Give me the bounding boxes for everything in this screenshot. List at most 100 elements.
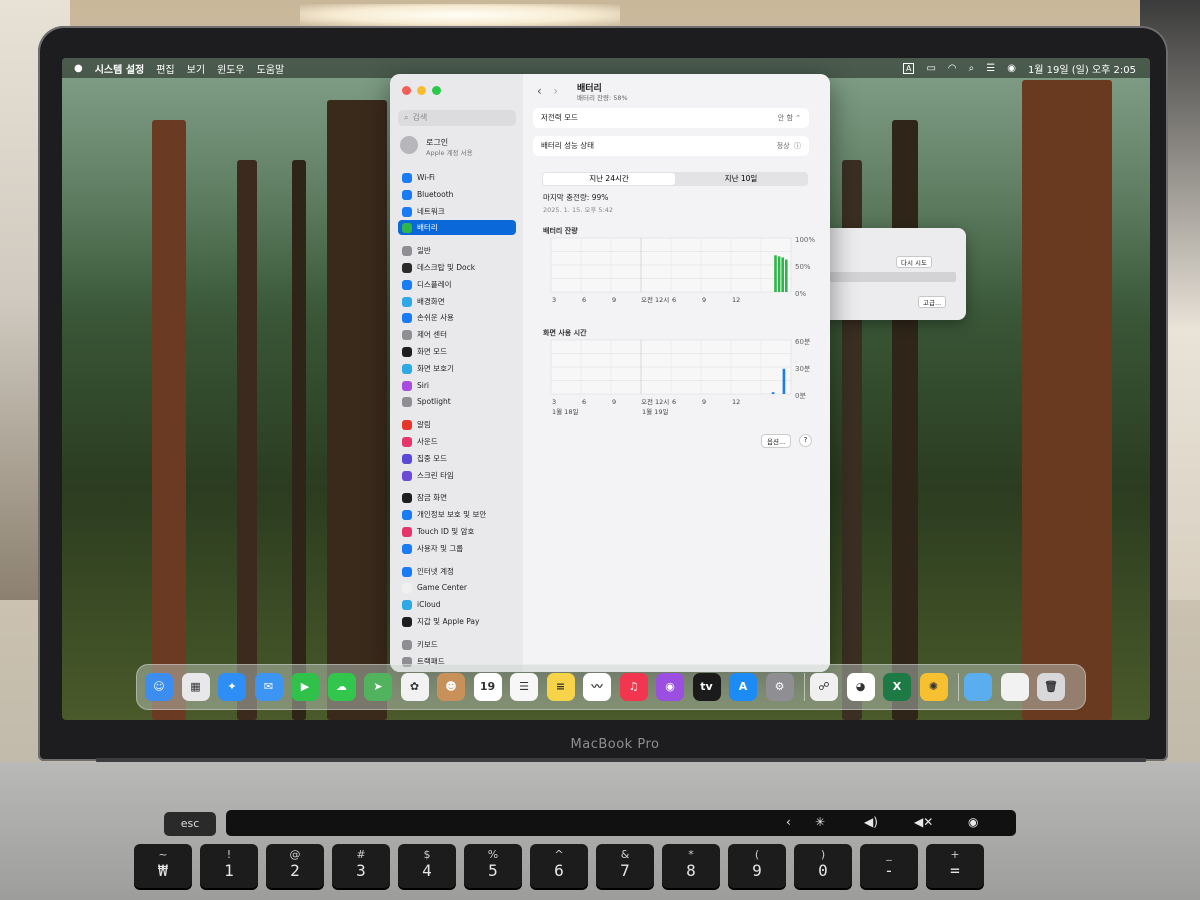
finder-icon[interactable]: ☺ (145, 673, 173, 701)
touchbar-volume-icon[interactable]: ◀) (864, 815, 878, 829)
sidebar-item[interactable]: Siri (398, 378, 516, 393)
sidebar-item[interactable]: 잠금 화면 (398, 490, 516, 505)
sidebar-item[interactable]: 사용자 및 그룹 (398, 541, 516, 556)
advanced-button[interactable]: 고급... (918, 296, 947, 308)
downloads-folder-icon[interactable] (964, 673, 992, 701)
low-power-select[interactable]: 안 함 ⌃ (778, 108, 801, 128)
maps-icon[interactable]: ➤ (364, 673, 392, 701)
sidebar-item[interactable]: 제어 센터 (398, 327, 516, 342)
touchbar-mute-icon[interactable]: ◀✕ (914, 815, 933, 829)
menu-app-name[interactable]: 시스템 설정 (95, 61, 144, 76)
keyboard-key[interactable]: #3 (332, 844, 390, 888)
forward-icon[interactable]: › (553, 84, 558, 98)
back-icon[interactable]: ‹ (537, 84, 542, 98)
sidebar-search-input[interactable]: ⌕ 검색 (398, 110, 516, 126)
messages-icon[interactable]: ☁ (327, 673, 356, 701)
document-folder-icon[interactable] (1000, 673, 1029, 701)
sidebar-item[interactable]: 디스플레이 (398, 277, 516, 292)
sidebar-item[interactable]: 집중 모드 (398, 451, 516, 466)
preview-icon[interactable]: ☍ (810, 673, 838, 701)
sidebar-item[interactable]: 배경화면 (398, 294, 516, 309)
calendar-icon[interactable]: 19 (473, 673, 502, 701)
zoom-icon[interactable] (432, 86, 441, 95)
system-settings-icon[interactable]: ⚙ (765, 673, 794, 701)
keyboard-key[interactable]: % 5 (464, 844, 522, 888)
launchpad-icon[interactable]: ▦ (181, 673, 210, 701)
contacts-icon[interactable]: ☻ (437, 673, 465, 701)
sidebar-item[interactable]: Game Center (398, 580, 516, 595)
appstore-icon[interactable]: A (729, 673, 757, 701)
tab-last-24-hours[interactable]: 지난 24시간 (543, 173, 675, 185)
sidebar-item[interactable]: 지갑 및 Apple Pay (398, 614, 516, 629)
close-icon[interactable] (402, 86, 411, 95)
info-icon[interactable]: ⓘ (794, 142, 801, 150)
tab-last-10-days[interactable]: 지난 10일 (675, 173, 807, 185)
reminders-icon[interactable]: ☰ (510, 673, 538, 701)
sidebar-item[interactable]: 개인정보 보호 및 보안 (398, 507, 516, 522)
tv-icon[interactable]: tv (692, 673, 721, 701)
options-button[interactable]: 옵션... (761, 434, 792, 448)
menu-view[interactable]: 보기 (187, 61, 205, 76)
low-power-mode-row[interactable]: 저전력 모드 안 함 ⌃ (533, 108, 809, 128)
touchbar-expand-icon[interactable]: ‹ (786, 815, 791, 829)
sidebar-item[interactable]: 배터리 (398, 220, 516, 236)
apple-icon[interactable]: ● (74, 63, 83, 74)
sidebar-item[interactable]: Touch ID 및 암호 (398, 524, 516, 539)
excel-icon[interactable]: X (883, 673, 911, 701)
sidebar-item[interactable]: 알림 (398, 417, 516, 432)
menu-window[interactable]: 윈도우 (217, 61, 245, 76)
keyboard-key[interactable]: ^ 6 (530, 844, 588, 888)
music-icon[interactable]: ♫ (619, 673, 648, 701)
sidebar-item[interactable]: 스크린 타임 (398, 468, 516, 483)
sidebar-item[interactable]: 데스크탑 및 Dock (398, 260, 516, 275)
wifi-status-icon[interactable]: ◠ (948, 63, 957, 74)
battery-health-row[interactable]: 배터리 성능 상태 정상 ⓘ (533, 136, 809, 156)
sidebar-item[interactable]: 화면 모드 (398, 344, 516, 359)
control-center-icon[interactable]: ☰ (986, 63, 995, 74)
sidebar-item[interactable]: Spotlight (398, 394, 516, 409)
input-source-icon[interactable]: A (902, 62, 915, 74)
photos-icon[interactable]: ✿ (400, 673, 429, 701)
battery-status-icon[interactable]: ▭ (926, 63, 935, 74)
touchbar-brightness-icon[interactable]: ✳ (815, 815, 825, 829)
keyboard-key[interactable]: $4 (398, 844, 456, 888)
retry-button[interactable]: 다시 시도 (896, 256, 932, 268)
sidebar-item[interactable]: Bluetooth (398, 187, 516, 202)
keyboard-key[interactable]: (9 (728, 844, 786, 888)
sidebar-item[interactable]: 사운드 (398, 434, 516, 449)
sidebar-item[interactable]: 인터넷 계정 (398, 564, 516, 579)
facetime-icon[interactable]: ▶ (291, 673, 319, 701)
safari-icon[interactable]: ✦ (218, 673, 246, 701)
menu-help[interactable]: 도움말 (257, 61, 285, 76)
chrome-icon[interactable]: ◕ (846, 673, 875, 701)
touchbar-siri-icon[interactable]: ◉ (968, 815, 978, 829)
trash-icon[interactable]: 🗑 (1037, 673, 1065, 701)
sidebar-item[interactable]: 일반 (398, 243, 516, 258)
freeform-icon[interactable]: 〰 (583, 673, 611, 701)
minimize-icon[interactable] (417, 86, 426, 95)
keyboard-key[interactable]: * 8 (662, 844, 720, 888)
sidebar-item[interactable]: 네트워크 (398, 204, 516, 219)
mail-icon[interactable]: ✉ (254, 673, 283, 701)
sidebar-item[interactable]: Wi-Fi (398, 170, 516, 185)
keyboard-key[interactable]: & 7 (596, 844, 654, 888)
sidebar-item[interactable]: 화면 보호기 (398, 361, 516, 376)
keyboard-key[interactable]: ! 1 (200, 844, 258, 888)
tips-icon[interactable]: ✺ (919, 673, 948, 701)
help-button[interactable]: ? (799, 434, 812, 447)
keyboard-key[interactable]: + = (926, 844, 984, 888)
keyboard-key[interactable]: @2 (266, 844, 324, 888)
sidebar-item[interactable]: 키보드 (398, 637, 516, 652)
podcasts-icon[interactable]: ◉ (656, 673, 684, 701)
spotlight-icon[interactable]: ⌕ (969, 63, 975, 74)
esc-key[interactable]: esc (164, 812, 216, 836)
sidebar-item[interactable]: 손쉬운 사용 (398, 310, 516, 325)
keyboard-key[interactable]: ~ ₩ (134, 844, 192, 888)
notes-icon[interactable]: ≡ (546, 673, 575, 701)
keyboard-key[interactable]: ) 0 (794, 844, 852, 888)
sidebar-item[interactable]: iCloud (398, 597, 516, 612)
keyboard-key[interactable]: _ - (860, 844, 918, 888)
siri-menu-icon[interactable]: ◉ (1007, 63, 1016, 74)
menu-edit[interactable]: 편집 (156, 61, 174, 76)
menu-clock[interactable]: 1월 19일 (일) 오후 2:05 (1028, 61, 1136, 76)
